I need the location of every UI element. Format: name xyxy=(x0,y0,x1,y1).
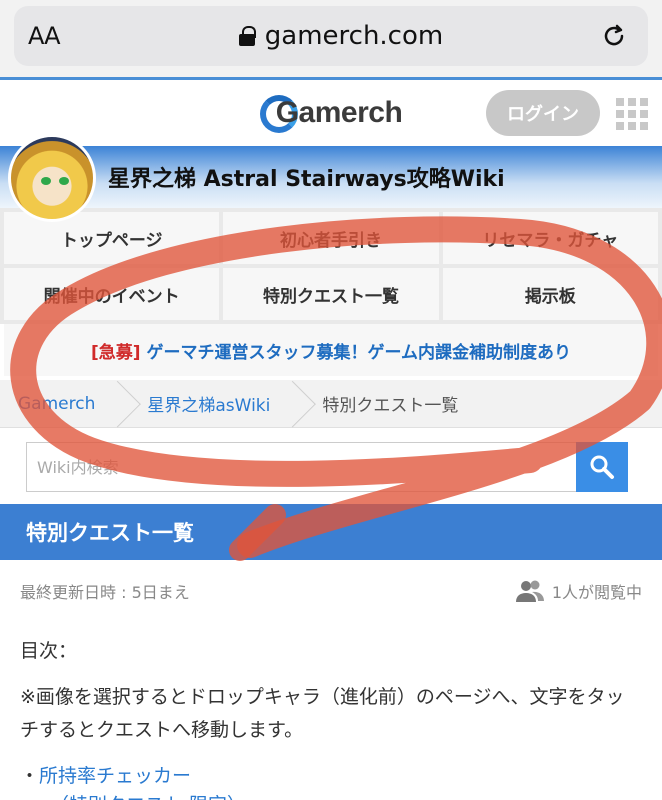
toc-label[interactable]: 目次： xyxy=(20,636,642,663)
nav-item-top[interactable]: トップページ xyxy=(4,212,220,264)
wiki-avatar[interactable] xyxy=(8,134,96,222)
site-header: Gamerch ログイン xyxy=(0,80,662,146)
logo-text: Gamerch xyxy=(275,96,403,129)
page-content: 目次： ※画像を選択するとドロップキャラ（進化前）のページへ、文字をタッチすると… xyxy=(0,636,662,800)
wiki-search xyxy=(0,428,662,504)
ownership-checker-link[interactable]: 所持率チェッカー xyxy=(39,765,191,787)
staff-notice-link[interactable]: [急募] ゲーマチ運営スタッフ募集！ゲーム内課金補助制度あり xyxy=(4,324,658,376)
search-input[interactable] xyxy=(26,442,576,492)
breadcrumb-wiki[interactable]: 星界之梯asWiki xyxy=(129,380,270,427)
viewer-count: 1人が閲覧中 xyxy=(514,579,642,603)
login-button[interactable]: ログイン xyxy=(486,90,600,136)
notice-text: ゲーマチ運営スタッフ募集！ゲーム内課金補助制度あり xyxy=(146,342,572,363)
text-size-button[interactable]: AA xyxy=(28,22,88,50)
address-bar[interactable]: AA gamerch.com xyxy=(14,6,648,66)
search-icon xyxy=(590,455,614,479)
special-quest-limited-link[interactable]: （特別クエスト 限定） xyxy=(20,790,642,800)
wiki-nav: トップページ 初心者手引き リセマラ・ガチャ 開催中のイベント 特別クエスト一覧… xyxy=(0,208,662,324)
page-title: 特別クエスト一覧 xyxy=(0,504,662,560)
nav-item-beginner[interactable]: 初心者手引き xyxy=(223,212,439,264)
description-text: ※画像を選択するとドロップキャラ（進化前）のページへ、文字をタッチするとクエスト… xyxy=(20,686,625,741)
breadcrumb-current: 特別クエスト一覧 xyxy=(322,396,459,416)
nav-item-special-quests[interactable]: 特別クエスト一覧 xyxy=(223,268,439,320)
page-meta: 最終更新日時 : 5日まえ 1人が閲覧中 xyxy=(0,560,662,604)
search-button[interactable] xyxy=(576,442,628,492)
wiki-title[interactable]: 星界之梯 Astral Stairways攻略Wiki xyxy=(108,161,505,193)
breadcrumb: Gamerch 星界之梯asWiki 特別クエスト一覧 xyxy=(0,380,662,428)
last-updated: 最終更新日時 : 5日まえ xyxy=(20,583,190,602)
bullet: ・ xyxy=(20,765,40,787)
url-text: gamerch.com xyxy=(264,21,444,51)
breadcrumb-chevron-icon xyxy=(107,380,129,428)
nav-item-events[interactable]: 開催中のイベント xyxy=(4,268,220,320)
breadcrumb-chevron-icon xyxy=(282,380,304,428)
lock-icon xyxy=(238,26,256,46)
list-item: ・所持率チェッカー xyxy=(20,761,642,788)
browser-chrome: AA gamerch.com xyxy=(0,0,662,80)
wiki-banner: 星界之梯 Astral Stairways攻略Wiki xyxy=(0,134,662,222)
urgent-tag: [急募] xyxy=(90,342,141,363)
viewer-text: 1人が閲覧中 xyxy=(551,583,642,602)
nav-item-gacha[interactable]: リセマラ・ガチャ xyxy=(442,212,658,264)
breadcrumb-gamerch[interactable]: Gamerch xyxy=(0,380,95,427)
reload-icon[interactable] xyxy=(594,22,634,50)
url-display[interactable]: gamerch.com xyxy=(88,21,594,51)
app-grid-icon[interactable] xyxy=(616,98,648,130)
nav-item-board[interactable]: 掲示板 xyxy=(442,268,658,320)
people-icon xyxy=(515,580,544,602)
gamerch-logo[interactable]: Gamerch xyxy=(259,94,403,133)
